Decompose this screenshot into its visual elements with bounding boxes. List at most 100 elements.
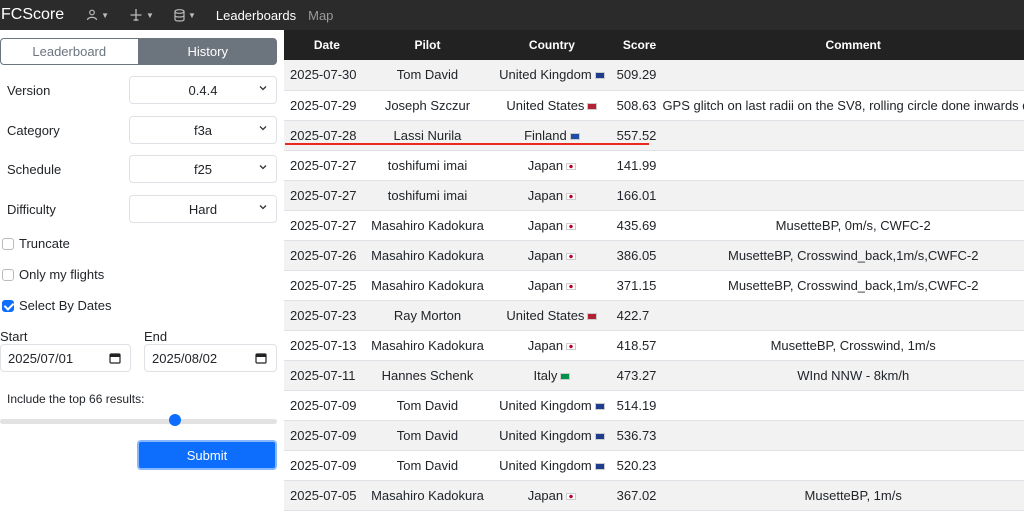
- score-cell: 386.05: [613, 240, 663, 270]
- table-row[interactable]: 2025-07-23 Ray Morton United States 422.7: [284, 300, 1024, 330]
- date-cell: 2025-07-09: [284, 390, 364, 420]
- column-header-comment[interactable]: Comment: [662, 30, 1024, 60]
- flag-icon: [566, 252, 577, 260]
- category-row: Category f3a: [7, 116, 277, 144]
- version-label: Version: [7, 82, 51, 98]
- pilot-cell: Masahiro Kadokura: [364, 270, 491, 300]
- comment-cell: [662, 450, 1024, 480]
- top-navbar: FCScore ▼ ▼ ▼ Leaderboards Map: [0, 0, 1024, 30]
- flag-icon: [566, 282, 577, 290]
- date-cell-text: 2025-07-25: [290, 277, 357, 293]
- plane-menu[interactable]: ▼: [129, 8, 154, 22]
- only-my-flights-checkbox[interactable]: [2, 268, 14, 281]
- country-cell-text: United States: [506, 97, 585, 113]
- country-cell: Japan: [491, 150, 612, 180]
- country-cell-text: Japan: [527, 277, 564, 293]
- difficulty-select[interactable]: Hard: [129, 195, 277, 223]
- table-row[interactable]: 2025-07-27 Masahiro Kadokura Japan 435.69 Mu…: [284, 210, 1024, 240]
- table-row[interactable]: 2025-07-29 Joseph Szczur United States 508.…: [284, 90, 1024, 120]
- top-results-slider-thumb[interactable]: [168, 414, 181, 426]
- pilot-cell-text: Masahiro Kadokura: [371, 337, 484, 353]
- score-cell-text: 473.27: [616, 367, 657, 383]
- history-table: Date Pilot Country Score Comment 2025-07…: [284, 30, 1024, 511]
- table-row[interactable]: 2025-07-11 Hannes Schenk Italy 473.27 WInd N…: [284, 360, 1024, 390]
- sidebar-form: Leaderboard History Version 0.4.4 Catego…: [0, 30, 284, 514]
- highlight-underline: [285, 143, 649, 145]
- nav-map[interactable]: Map: [308, 8, 333, 23]
- pilot-cell: Lassi Nurila: [364, 120, 491, 150]
- end-date-input[interactable]: 2025/08/02: [144, 344, 277, 372]
- country-cell-text: Japan: [527, 337, 564, 353]
- table-row[interactable]: 2025-07-09 Tom David United Kingdom 514.19: [284, 390, 1024, 420]
- pilot-cell-text: Lassi Nurila: [393, 127, 462, 143]
- column-header-country[interactable]: Country: [491, 30, 612, 60]
- top-results-slider-track[interactable]: [0, 419, 277, 424]
- score-cell-text: 514.19: [616, 397, 657, 413]
- country-cell: United States: [491, 300, 612, 330]
- table-row[interactable]: 2025-07-27 toshifumi imai Japan 166.01: [284, 180, 1024, 210]
- flag-icon: [566, 162, 577, 170]
- schedule-select[interactable]: f25: [129, 155, 277, 183]
- chevron-down-icon: [259, 165, 267, 170]
- pilot-cell: Masahiro Kadokura: [364, 210, 491, 240]
- difficulty-value: Hard: [188, 201, 218, 217]
- column-header-date[interactable]: Date: [284, 30, 364, 60]
- date-cell: 2025-07-23: [284, 300, 364, 330]
- table-row[interactable]: 2025-07-09 Tom David United Kingdom 520.23: [284, 450, 1024, 480]
- country-cell: United Kingdom: [491, 390, 612, 420]
- pilot-cell-text: toshifumi imai: [387, 157, 468, 173]
- calendar-icon[interactable]: [109, 352, 121, 364]
- date-cell: 2025-07-09: [284, 450, 364, 480]
- column-header-pilot[interactable]: Pilot: [364, 30, 491, 60]
- calendar-icon[interactable]: [255, 352, 267, 364]
- chevron-down-icon: ▼: [187, 10, 196, 20]
- table-row[interactable]: 2025-07-30 Tom David United Kingdom 509.29: [284, 60, 1024, 90]
- flag-icon: [566, 342, 577, 350]
- pilot-cell: Tom David: [364, 60, 491, 90]
- history-table-container: Date Pilot Country Score Comment 2025-07…: [284, 30, 1024, 514]
- select-by-dates-checkbox-row[interactable]: Select By Dates: [2, 298, 112, 313]
- table-row[interactable]: 2025-07-28 Lassi Nurila Finland 557.52: [284, 120, 1024, 150]
- pilot-cell: Tom David: [364, 450, 491, 480]
- tab-history[interactable]: History: [138, 38, 277, 65]
- score-cell-text: 536.73: [616, 427, 657, 443]
- country-cell-text: United Kingdom: [499, 427, 592, 443]
- country-cell: United Kingdom: [491, 450, 612, 480]
- comment-cell: WInd NNW - 8km/h: [662, 360, 1024, 390]
- flag-icon: [566, 222, 577, 230]
- user-menu[interactable]: ▼: [86, 9, 109, 21]
- date-cell: 2025-07-27: [284, 150, 364, 180]
- nav-leaderboards[interactable]: Leaderboards: [216, 8, 296, 23]
- truncate-checkbox-row[interactable]: Truncate: [2, 236, 70, 251]
- table-body: 2025-07-30 Tom David United Kingdom 509.29 2…: [284, 60, 1024, 510]
- database-menu[interactable]: ▼: [174, 8, 196, 22]
- country-cell: Japan: [491, 270, 612, 300]
- table-row[interactable]: 2025-07-27 toshifumi imai Japan 141.99: [284, 150, 1024, 180]
- table-row[interactable]: 2025-07-26 Masahiro Kadokura Japan 386.05 Mu…: [284, 240, 1024, 270]
- select-by-dates-checkbox[interactable]: [2, 299, 14, 312]
- score-cell: 473.27: [613, 360, 663, 390]
- pilot-cell-text: Tom David: [396, 427, 459, 443]
- truncate-checkbox[interactable]: [2, 237, 14, 250]
- column-header-score[interactable]: Score: [613, 30, 663, 60]
- tab-leaderboard[interactable]: Leaderboard: [0, 38, 139, 65]
- user-icon: [87, 9, 98, 21]
- only-my-flights-checkbox-row[interactable]: Only my flights: [2, 267, 104, 282]
- country-cell-text: Italy: [533, 367, 558, 383]
- brand-logo[interactable]: FCScore: [1, 6, 64, 24]
- start-date-input[interactable]: 2025/07/01: [0, 344, 131, 372]
- version-select[interactable]: 0.4.4: [129, 76, 277, 104]
- table-row[interactable]: 2025-07-25 Masahiro Kadokura Japan 371.15 Mu…: [284, 270, 1024, 300]
- score-cell: 367.02: [613, 480, 663, 510]
- table-row[interactable]: 2025-07-13 Masahiro Kadokura Japan 418.57 Mu…: [284, 330, 1024, 360]
- table-row[interactable]: 2025-07-05 Masahiro Kadokura Japan 367.02 Mu…: [284, 480, 1024, 510]
- country-cell-text: United Kingdom: [499, 457, 592, 473]
- plane-icon: [130, 9, 142, 21]
- date-cell: 2025-07-29: [284, 90, 364, 120]
- table-row[interactable]: 2025-07-09 Tom David United Kingdom 536.73: [284, 420, 1024, 450]
- database-icon: [174, 8, 185, 22]
- pilot-cell: Ray Morton: [364, 300, 491, 330]
- date-cell: 2025-07-26: [284, 240, 364, 270]
- submit-button[interactable]: Submit: [137, 440, 277, 470]
- category-select[interactable]: f3a: [129, 116, 277, 144]
